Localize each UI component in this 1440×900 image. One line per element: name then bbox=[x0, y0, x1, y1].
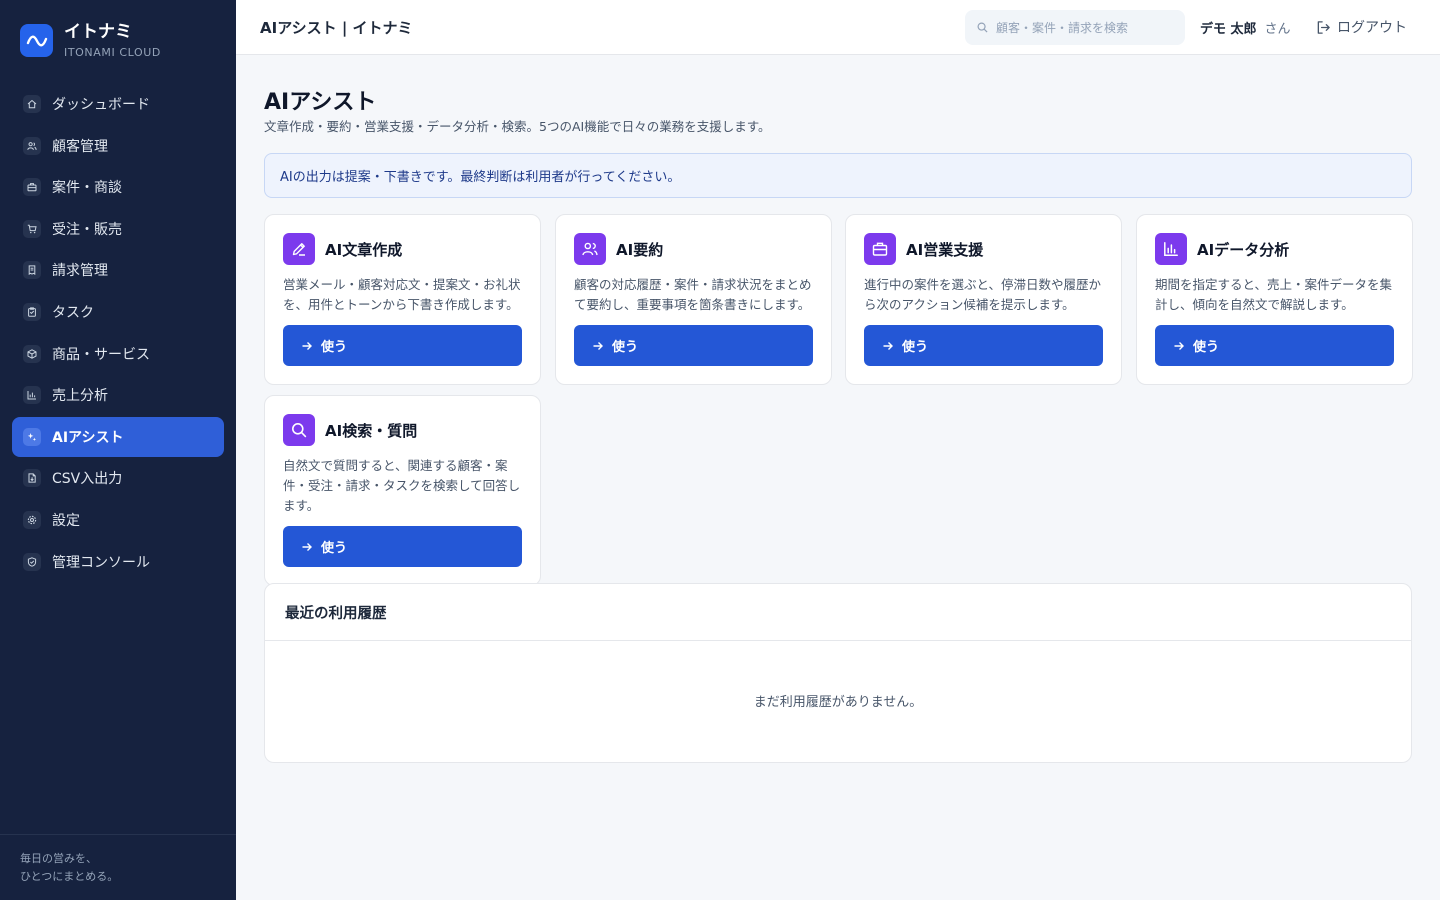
sidebar-item-label: 受注・販売 bbox=[52, 221, 122, 238]
search-icon bbox=[977, 18, 988, 37]
use-ai-sales-support-button[interactable]: 使う bbox=[864, 325, 1103, 366]
button-label: 使う bbox=[612, 340, 639, 355]
sidebar-item-label: 請求管理 bbox=[52, 263, 108, 280]
sidebar-footer: 毎日の営みを、 ひとつにまとめる。 bbox=[0, 834, 236, 900]
search-icon bbox=[283, 414, 315, 446]
search-input[interactable] bbox=[996, 20, 1176, 35]
card-description: 進行中の案件を選ぶと、停滞日数や履歴から次のアクション候補を提示します。 bbox=[864, 277, 1102, 312]
arrow-right-icon bbox=[1174, 341, 1184, 350]
recent-history-title: 最近の利用履歴 bbox=[265, 584, 1411, 641]
card-title: AI要約 bbox=[616, 240, 664, 259]
card-ai-search: AI検索・質問 自然文で質問すると、関連する顧客・案件・受注・請求・タスクを検索… bbox=[264, 395, 541, 586]
bar-chart-icon bbox=[23, 386, 41, 405]
sidebar-item-billing[interactable]: 請求管理 bbox=[12, 250, 224, 290]
card-ai-sales-support: AI営業支援 進行中の案件を選ぶと、停滞日数や履歴から次のアクション候補を提示し… bbox=[845, 214, 1122, 385]
card-title: AI文章作成 bbox=[325, 240, 403, 259]
sidebar-item-label: CSV入出力 bbox=[52, 471, 123, 488]
sidebar-item-label: ダッシュボード bbox=[52, 97, 150, 113]
pencil-icon bbox=[283, 233, 315, 265]
sidebar-item-tasks[interactable]: タスク bbox=[12, 292, 224, 332]
use-ai-summary-button[interactable]: 使う bbox=[574, 325, 813, 366]
sparkle-icon bbox=[23, 427, 41, 446]
box-icon bbox=[23, 344, 41, 363]
users-icon bbox=[574, 233, 606, 265]
sidebar-item-products[interactable]: 商品・サービス bbox=[12, 334, 224, 374]
use-ai-search-button[interactable]: 使う bbox=[283, 526, 522, 567]
sidebar-item-label: 顧客管理 bbox=[52, 138, 108, 155]
button-label: 使う bbox=[902, 340, 929, 355]
card-description: 顧客の対応履歴・案件・請求状況をまとめて要約し、重要事項を箇条書きにします。 bbox=[574, 277, 812, 312]
sidebar-item-label: 商品・サービス bbox=[52, 346, 150, 363]
card-ai-summary: AI要約 顧客の対応履歴・案件・請求状況をまとめて要約し、重要事項を箇条書きにし… bbox=[555, 214, 832, 385]
user-greeting: デモ 太郎 さん bbox=[1200, 18, 1291, 37]
recent-history-empty-message: まだ利用履歴がありません。 bbox=[753, 695, 923, 710]
logout-icon bbox=[1317, 20, 1330, 34]
sidebar-item-deals[interactable]: 案件・商談 bbox=[12, 167, 224, 207]
sidebar-item-dashboard[interactable]: ダッシュボード bbox=[12, 84, 224, 124]
recent-history-panel: 最近の利用履歴 まだ利用履歴がありません。 bbox=[264, 583, 1412, 763]
wave-logo-icon bbox=[20, 24, 53, 57]
bar-chart-icon bbox=[1155, 233, 1187, 265]
sidebar-item-customers[interactable]: 顧客管理 bbox=[12, 126, 224, 166]
button-label: 使う bbox=[1193, 340, 1220, 355]
clipboard-icon bbox=[23, 302, 41, 321]
card-ai-data-analysis: AIデータ分析 期間を指定すると、売上・案件データを集計し、傾向を自然文で解説し… bbox=[1136, 214, 1413, 385]
button-label: 使う bbox=[321, 541, 348, 556]
logout-label: ログアウト bbox=[1337, 20, 1407, 36]
use-ai-writing-button[interactable]: 使う bbox=[283, 325, 522, 366]
top-header: AIアシスト | イトナミ デモ 太郎さん ログアウト bbox=[236, 0, 1440, 55]
card-title: AI検索・質問 bbox=[325, 421, 418, 440]
sidebar-item-label: 管理コンソール bbox=[52, 554, 150, 571]
sidebar-item-csv[interactable]: CSV入出力 bbox=[12, 458, 224, 498]
card-description: 期間を指定すると、売上・案件データを集計し、傾向を自然文で解説します。 bbox=[1155, 277, 1393, 312]
sidebar-item-label: 売上分析 bbox=[52, 388, 108, 405]
brand[interactable]: イトナミ ITONAMI CLOUD bbox=[20, 22, 161, 59]
card-description: 自然文で質問すると、関連する顧客・案件・受注・請求・タスクを検索して回答します。 bbox=[283, 458, 521, 513]
ai-disclaimer-notice: AIの出力は提案・下書きです。最終判断は利用者が行ってください。 bbox=[264, 153, 1412, 198]
sidebar-item-label: 案件・商談 bbox=[52, 180, 122, 197]
card-title: AIデータ分析 bbox=[1197, 240, 1290, 259]
gear-icon bbox=[23, 510, 41, 529]
page-title: AIアシスト bbox=[264, 90, 377, 115]
page-header-title: AIアシスト | イトナミ bbox=[260, 19, 413, 37]
user-name: デモ 太郎 bbox=[1200, 22, 1257, 37]
button-label: 使う bbox=[321, 340, 348, 355]
use-ai-data-analysis-button[interactable]: 使う bbox=[1155, 325, 1394, 366]
cart-icon bbox=[23, 219, 41, 238]
card-title: AI営業支援 bbox=[906, 240, 984, 259]
user-honorific: さん bbox=[1264, 22, 1291, 37]
card-description: 営業メール・顧客対応文・提案文・お礼状を、用件とトーンから下書き作成します。 bbox=[283, 277, 521, 312]
shield-icon bbox=[23, 552, 41, 571]
brand-name: イトナミ bbox=[64, 22, 132, 42]
sidebar-item-label: AIアシスト bbox=[52, 429, 124, 446]
arrow-right-icon bbox=[302, 341, 312, 350]
sidebar-item-sales-analysis[interactable]: 売上分析 bbox=[12, 375, 224, 415]
sidebar-tagline-1: 毎日の営みを、 bbox=[20, 852, 97, 865]
search-box[interactable] bbox=[965, 10, 1185, 45]
briefcase-icon bbox=[864, 233, 896, 265]
users-icon bbox=[23, 136, 41, 155]
sidebar-nav: ダッシュボード 顧客管理 案件・商談 受注・販売 請求管理 タスク 商品・サービ… bbox=[12, 84, 224, 583]
sidebar-item-label: 設定 bbox=[52, 512, 80, 529]
receipt-icon bbox=[23, 261, 41, 280]
file-icon bbox=[23, 469, 41, 488]
sidebar-item-admin-console[interactable]: 管理コンソール bbox=[12, 542, 224, 582]
arrow-right-icon bbox=[883, 341, 893, 350]
home-icon bbox=[23, 95, 41, 113]
sidebar-item-settings[interactable]: 設定 bbox=[12, 500, 224, 540]
sidebar: イトナミ ITONAMI CLOUD ダッシュボード 顧客管理 案件・商談 受注… bbox=[0, 0, 236, 900]
brand-subtitle: ITONAMI CLOUD bbox=[64, 46, 162, 59]
sidebar-item-ai-assist[interactable]: AIアシスト bbox=[12, 416, 224, 457]
sidebar-item-label: タスク bbox=[52, 304, 94, 321]
card-ai-writing: AI文章作成 営業メール・顧客対応文・提案文・お礼状を、用件とトーンから下書き作… bbox=[264, 214, 541, 385]
page-subtitle: 文章作成・要約・営業支援・データ分析・検索。5つのAI機能で日々の業務を支援しま… bbox=[264, 119, 771, 134]
logout-button[interactable]: ログアウト bbox=[1316, 17, 1407, 37]
sidebar-item-orders[interactable]: 受注・販売 bbox=[12, 209, 224, 249]
arrow-right-icon bbox=[593, 341, 603, 350]
arrow-right-icon bbox=[302, 542, 312, 551]
briefcase-icon bbox=[23, 178, 41, 197]
sidebar-tagline-2: ひとつにまとめる。 bbox=[20, 870, 119, 883]
